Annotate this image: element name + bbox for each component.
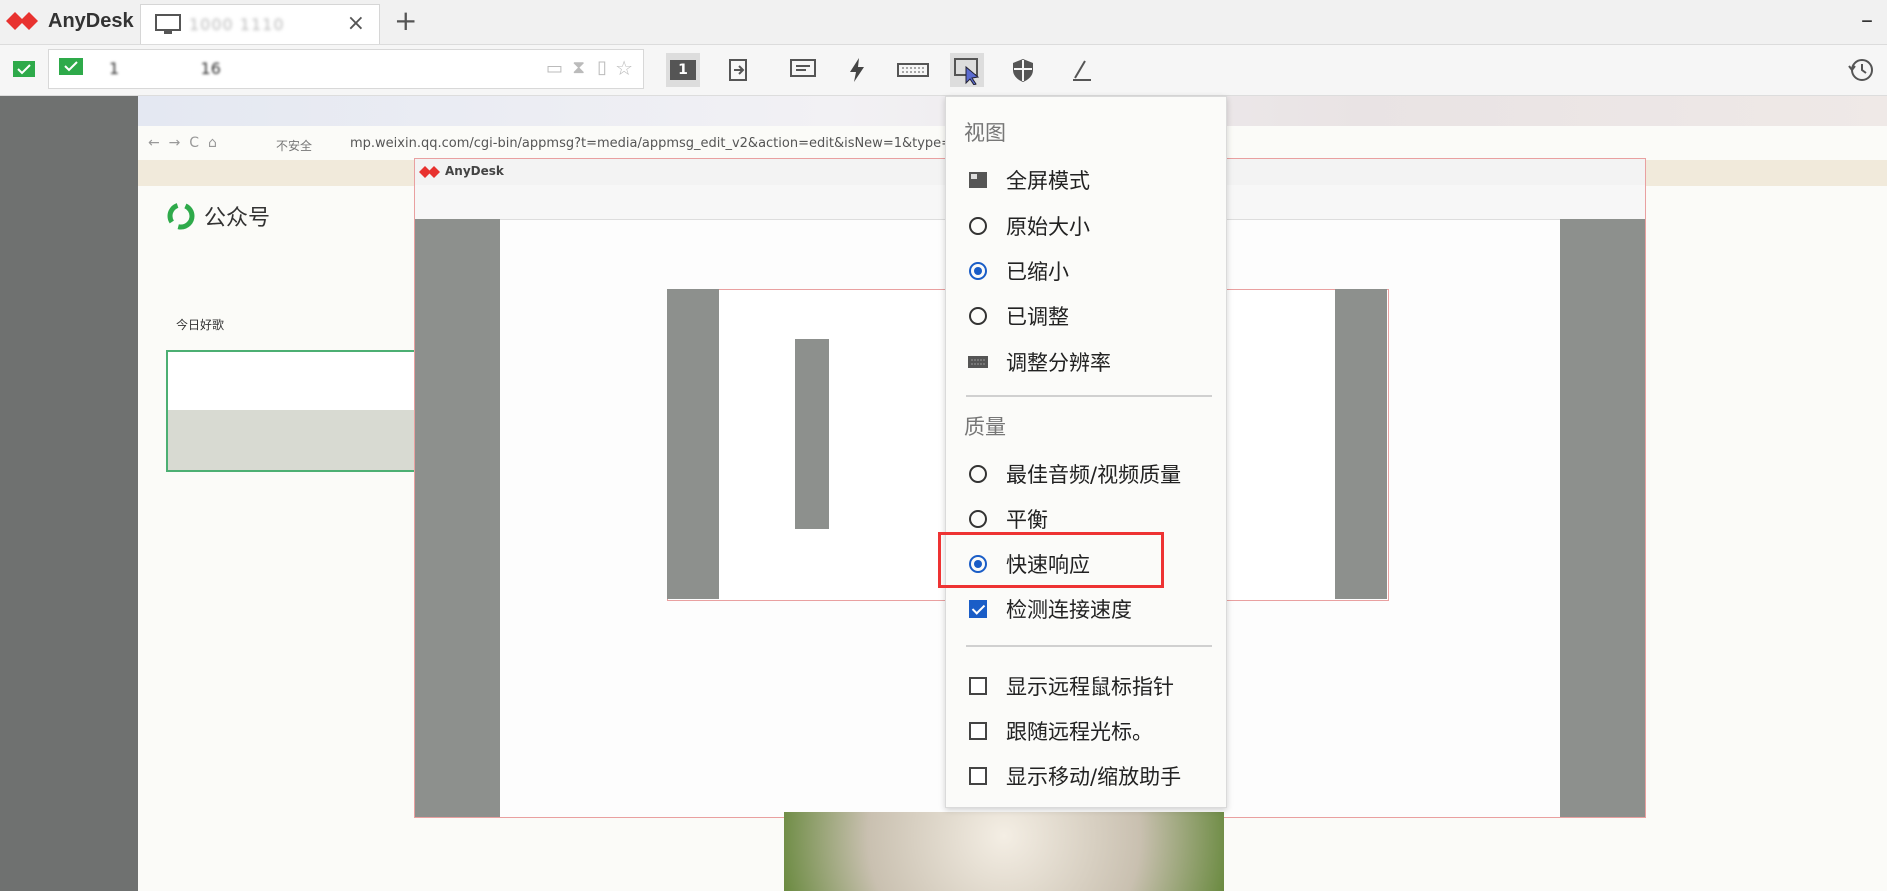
menu-original-size-label: 原始大小 bbox=[1006, 215, 1090, 239]
keyboard-icon[interactable] bbox=[896, 53, 930, 87]
menu-detect-speed[interactable]: 检测连接速度 bbox=[966, 592, 1216, 626]
remote-brand: 公众号 bbox=[166, 200, 270, 232]
chat-icon[interactable]: ▭ bbox=[546, 58, 563, 79]
anydesk-logo: AnyDesk bbox=[6, 6, 134, 36]
session-toolbar: 1 16 ▭ ⧗ ▯ ☆ 1 bbox=[0, 45, 1887, 96]
anydesk-logo-icon bbox=[6, 12, 38, 30]
trash-icon[interactable]: ▯ bbox=[597, 57, 607, 78]
new-tab-button[interactable]: + bbox=[394, 4, 417, 37]
actions-lightning-icon[interactable] bbox=[840, 53, 874, 87]
menu-separator bbox=[966, 395, 1212, 397]
display-settings-icon[interactable] bbox=[950, 53, 984, 87]
follow-remote-cursor-checkbox[interactable] bbox=[969, 722, 987, 740]
menu-fullscreen-label: 全屏模式 bbox=[1006, 169, 1090, 193]
menu-fullscreen[interactable]: 全屏模式 bbox=[966, 163, 1216, 197]
menu-show-move-zoom-helper[interactable]: 显示移动/缩放助手 bbox=[966, 759, 1216, 793]
best-quality-radio[interactable] bbox=[969, 465, 987, 483]
remote-insecure-label: 不安全 bbox=[276, 139, 313, 153]
display-settings-menu: 视图 全屏模式 原始大小 已缩小 已调整 调整分辨率 质量 最佳音频/视频质量 … bbox=[945, 96, 1227, 808]
stretched-radio[interactable] bbox=[969, 307, 987, 325]
menu-stretched-label: 已调整 bbox=[1006, 305, 1069, 329]
remote-brand-label: 公众号 bbox=[204, 206, 271, 231]
menu-adjust-resolution-label: 调整分辨率 bbox=[1006, 351, 1111, 375]
menu-original-size[interactable]: 原始大小 bbox=[966, 209, 1216, 243]
balanced-radio[interactable] bbox=[969, 510, 987, 528]
address-field[interactable]: 1 16 ▭ ⧗ ▯ ☆ bbox=[48, 49, 644, 89]
switch-sides-icon[interactable] bbox=[722, 53, 756, 87]
history-icon[interactable] bbox=[1844, 53, 1878, 87]
fast-response-highlight-box bbox=[938, 532, 1164, 588]
remote-desk-status-icon bbox=[59, 58, 83, 75]
menu-detect-speed-label: 检测连接速度 bbox=[1006, 598, 1132, 622]
remote-view-margin bbox=[0, 96, 138, 891]
remote-dog-image bbox=[784, 812, 1224, 891]
remote-nav-icons: ← → C ⌂ bbox=[148, 135, 217, 151]
menu-separator bbox=[966, 645, 1212, 647]
close-tab-icon[interactable]: × bbox=[347, 11, 365, 36]
detect-speed-checkbox[interactable] bbox=[969, 600, 987, 618]
remote-user-name: 今日好歌 bbox=[176, 318, 225, 332]
monitor-icon bbox=[155, 14, 181, 34]
show-remote-cursor-checkbox[interactable] bbox=[969, 677, 987, 695]
original-size-radio[interactable] bbox=[969, 217, 987, 235]
resolution-icon bbox=[966, 350, 990, 374]
show-move-zoom-helper-checkbox[interactable] bbox=[969, 767, 987, 785]
session-tab-label: 1000 1110 bbox=[189, 15, 285, 34]
app-name: AnyDesk bbox=[48, 9, 134, 32]
menu-adjust-resolution[interactable]: 调整分辨率 bbox=[966, 345, 1216, 379]
privacy-shield-icon[interactable] bbox=[1006, 53, 1040, 87]
title-bar: AnyDesk 1000 1110 × + – bbox=[0, 0, 1887, 45]
menu-best-quality-label: 最佳音频/视频质量 bbox=[1006, 463, 1182, 487]
menu-show-remote-cursor-label: 显示远程鼠标指针 bbox=[1006, 675, 1174, 699]
menu-shrunk-label: 已缩小 bbox=[1006, 260, 1069, 284]
menu-show-move-zoom-helper-label: 显示移动/缩放助手 bbox=[1006, 765, 1182, 789]
menu-balanced-label: 平衡 bbox=[1006, 508, 1048, 532]
quality-section-header: 质量 bbox=[964, 415, 1006, 439]
pen-draw-icon[interactable] bbox=[1064, 53, 1098, 87]
monitor-select-button[interactable]: 1 bbox=[666, 53, 700, 87]
fullscreen-icon bbox=[966, 168, 990, 192]
menu-best-quality[interactable]: 最佳音频/视频质量 bbox=[966, 457, 1216, 491]
chat-toolbar-icon[interactable] bbox=[786, 53, 820, 87]
nested-app-name: AnyDesk bbox=[445, 164, 504, 178]
session-tab[interactable]: 1000 1110 × bbox=[140, 4, 380, 44]
shrunk-radio[interactable] bbox=[969, 262, 987, 280]
menu-balanced[interactable]: 平衡 bbox=[966, 502, 1216, 536]
weixin-mp-logo-icon bbox=[167, 202, 195, 230]
address-value: 1 16 bbox=[109, 59, 221, 78]
hourglass-icon[interactable]: ⧗ bbox=[572, 57, 585, 78]
view-section-header: 视图 bbox=[964, 121, 1006, 145]
menu-show-remote-cursor[interactable]: 显示远程鼠标指针 bbox=[966, 669, 1216, 703]
star-icon[interactable]: ☆ bbox=[615, 56, 633, 80]
menu-follow-remote-cursor[interactable]: 跟随远程光标。 bbox=[966, 714, 1216, 748]
monitor-number: 1 bbox=[670, 60, 696, 80]
menu-shrunk[interactable]: 已缩小 bbox=[966, 254, 1216, 288]
menu-follow-remote-cursor-label: 跟随远程光标。 bbox=[1006, 720, 1153, 744]
nested-logo-icon bbox=[419, 166, 440, 178]
remote-url-text: mp.weixin.qq.com/cgi-bin/appmsg?t=media/… bbox=[350, 136, 979, 151]
minimize-button[interactable]: – bbox=[1861, 6, 1873, 34]
menu-stretched[interactable]: 已调整 bbox=[966, 299, 1216, 333]
connection-status-icon[interactable] bbox=[8, 53, 42, 87]
